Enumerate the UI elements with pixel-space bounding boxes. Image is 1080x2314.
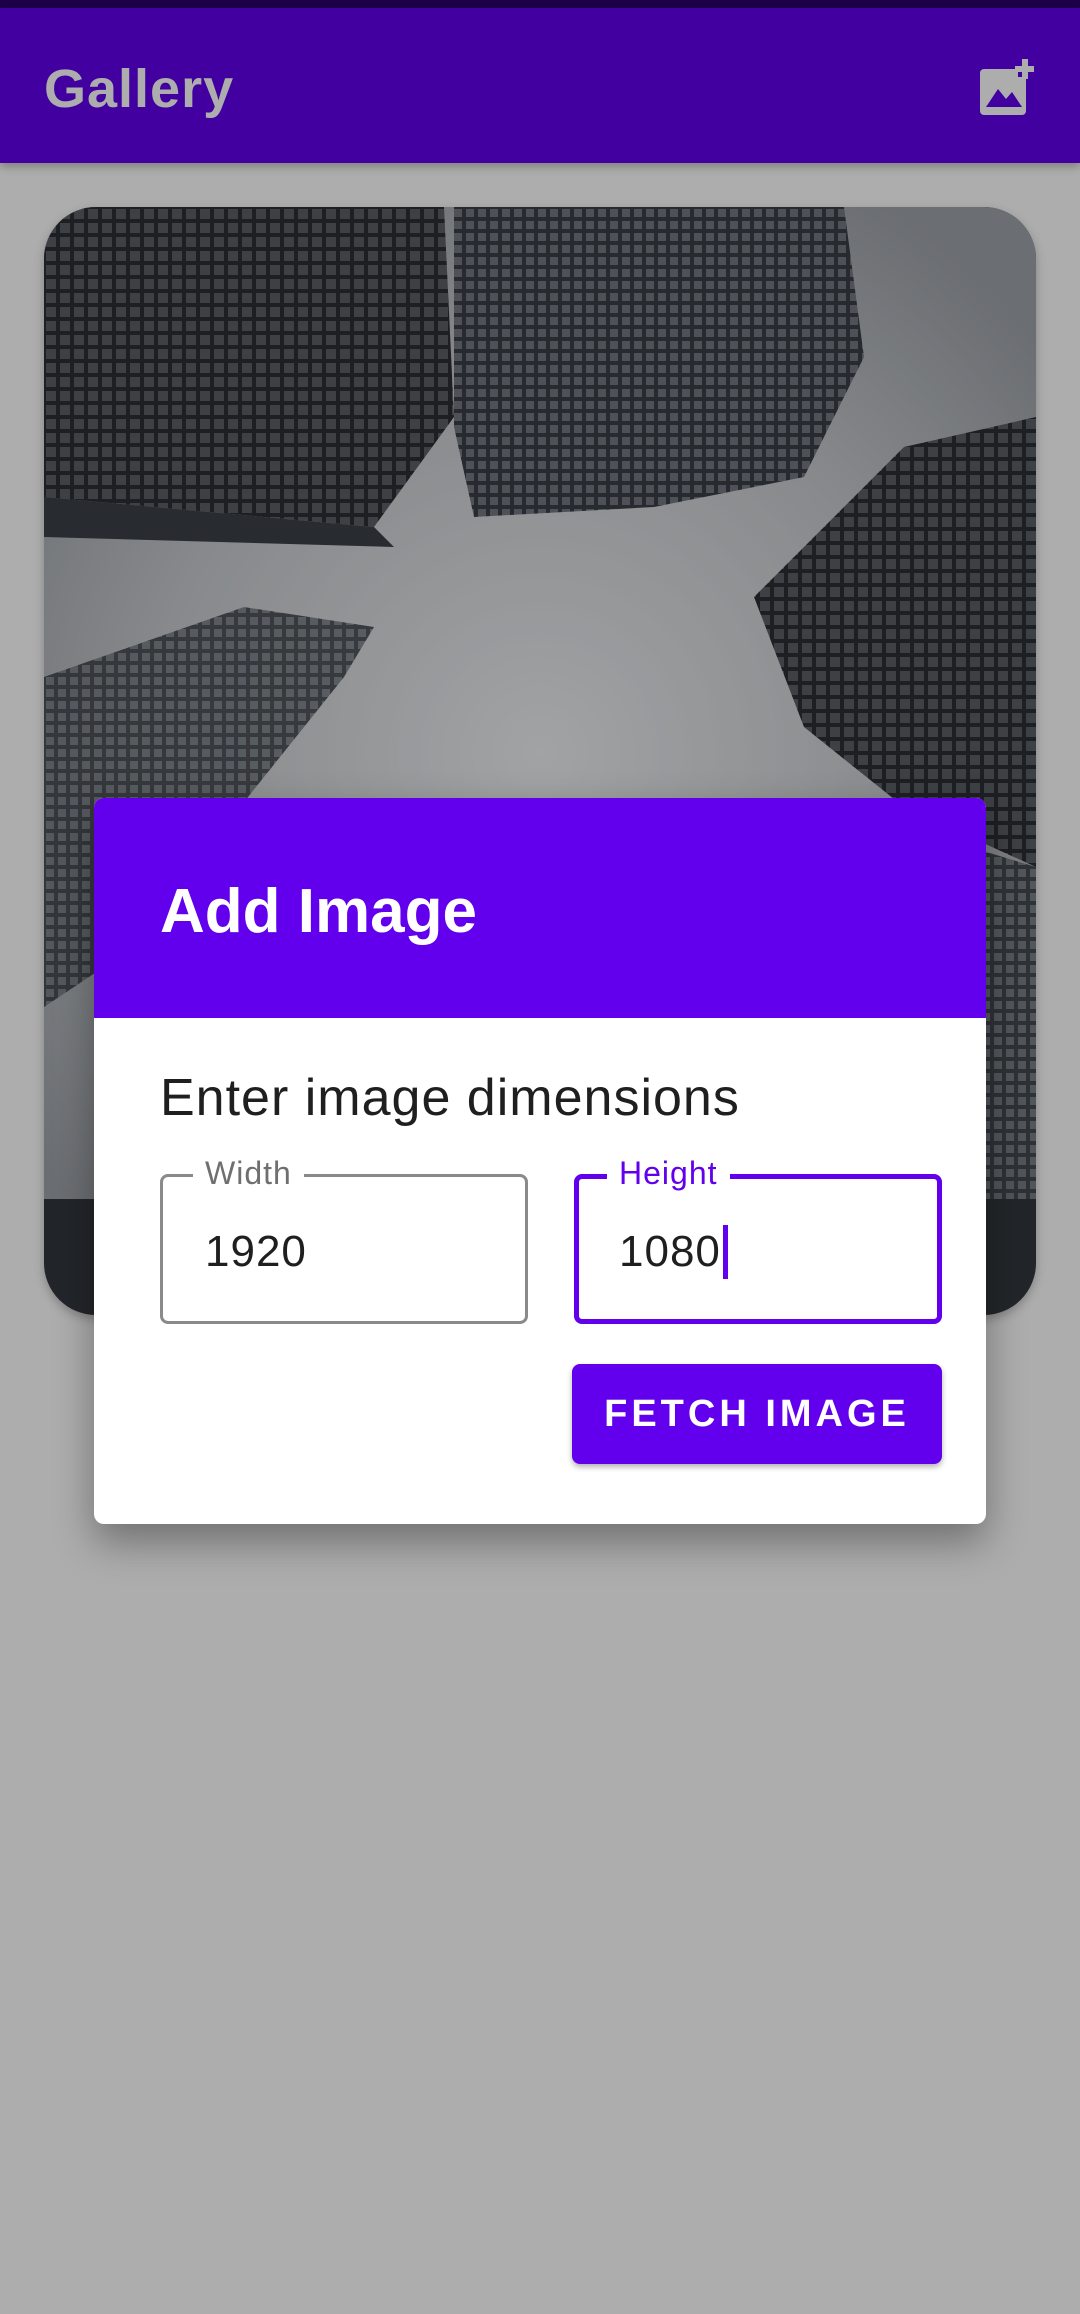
dialog-subtitle: Enter image dimensions bbox=[160, 1069, 740, 1127]
width-field-value[interactable]: 1920 bbox=[205, 1227, 307, 1277]
dialog-title: Add Image bbox=[160, 877, 477, 946]
width-field[interactable]: Width 1920 bbox=[160, 1155, 528, 1324]
height-field-value-wrap[interactable]: 1080 bbox=[619, 1225, 728, 1279]
width-field-label: Width bbox=[193, 1155, 304, 1191]
height-field-label: Height bbox=[607, 1155, 730, 1191]
screen: Gallery Add Image Enter image dimensions… bbox=[0, 0, 1080, 2314]
dialog-header: Add Image bbox=[94, 798, 986, 1018]
text-cursor bbox=[722, 1225, 728, 1279]
height-field-value[interactable]: 1080 bbox=[619, 1227, 721, 1277]
add-image-dialog: Add Image Enter image dimensions Width 1… bbox=[94, 798, 986, 1524]
fetch-image-button[interactable]: FETCH IMAGE bbox=[572, 1364, 942, 1464]
height-field[interactable]: Height 1080 bbox=[574, 1155, 942, 1324]
